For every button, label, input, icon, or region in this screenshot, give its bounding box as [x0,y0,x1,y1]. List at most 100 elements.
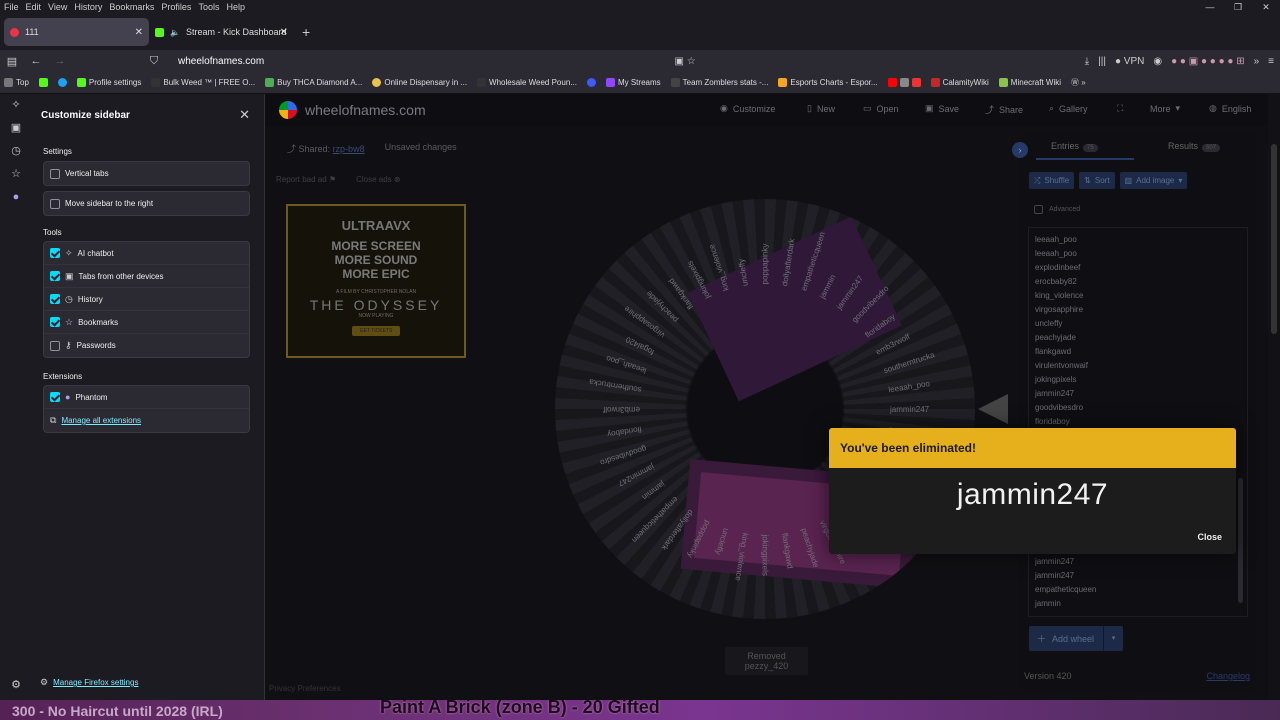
vpn-button[interactable]: ● VPN [1115,56,1144,67]
overflow-icon[interactable]: » [1254,56,1260,67]
bookmark-item[interactable]: Team Zomblers stats -... [670,78,768,87]
checkbox[interactable] [50,294,60,304]
close-window-icon[interactable]: ✕ [1252,0,1280,14]
bookmark-item[interactable]: Profile settings [76,78,141,87]
ai-chatbot-icon[interactable]: ✧ [0,94,32,117]
tab-111[interactable]: 111 ✕ [4,18,149,46]
collapse-arrow-icon[interactable]: › [1012,142,1028,158]
shared-info[interactable]: ⤴ Shared: rzp-bw8 [287,142,365,155]
bookmark-overflow-icon[interactable]: Ⓦ » [1071,77,1086,88]
menu-file[interactable]: File [4,2,19,12]
chevron-down-icon[interactable]: ▾ [1103,626,1123,651]
bookmark-item[interactable]: Bulk Weed ™ | FREE O... [151,78,255,87]
scrollbar-thumb[interactable] [1271,144,1277,334]
sort-button[interactable]: ⇅ Sort [1079,172,1115,189]
advanced-toggle[interactable]: Advanced [1034,205,1080,214]
entries-scrollbar[interactable] [1238,478,1243,603]
fullscreen-icon[interactable]: ⛶ [1117,103,1123,114]
language-button[interactable]: ◍ English [1209,103,1251,114]
checkbox[interactable] [50,317,60,327]
bookmark-item[interactable]: My Streams [605,78,661,87]
reader-icon[interactable]: ▣ ☆ [675,56,696,67]
tool-history[interactable]: ◷ History [44,288,249,311]
bookmark-item[interactable]: Buy THCA Diamond A... [265,78,362,87]
shuffle-button[interactable]: ⤮ Shuffle [1029,172,1075,189]
vertical-tabs-row[interactable]: Vertical tabs [44,162,249,185]
shared-code-link[interactable]: rzp-bw8 [333,144,365,154]
tool-ai-chatbot[interactable]: ✧ AI chatbot [44,242,249,265]
checkbox[interactable] [50,198,60,209]
phantom-icon[interactable]: ● [0,186,32,209]
bookmarks-icon[interactable]: ☆ [0,163,32,186]
checkbox[interactable] [50,340,60,351]
menu-edit[interactable]: Edit [26,2,42,12]
tool-passwords[interactable]: ⚷ Passwords [44,334,249,357]
bookmark-item[interactable] [887,78,921,87]
checkbox[interactable] [50,392,60,402]
manage-firefox-link[interactable]: Manage Firefox settings [53,678,138,687]
changelog-link[interactable]: Changelog [1206,671,1250,681]
close-tab-icon[interactable]: ✕ [280,27,288,38]
report-ad-link[interactable]: Report bad ad ⚑ [276,175,336,184]
bookmark-item[interactable] [57,78,67,87]
bookmark-item[interactable] [586,78,596,87]
add-wheel-button[interactable]: ＋ Add wheel ▾ [1029,626,1123,651]
ad-ticket-button[interactable]: GET TICKETS [351,326,401,336]
bookmark-item[interactable]: CalamityWiki [930,78,989,87]
close-tab-icon[interactable]: ✕ [135,27,143,38]
bookmark-item[interactable]: Wholesale Weed Poun... [477,78,577,87]
sidebar-toggle-icon[interactable]: ▤ [0,55,24,68]
shield-icon[interactable]: ⛉ [142,55,166,68]
menu-history[interactable]: History [74,2,102,12]
back-icon[interactable]: ← [24,55,48,67]
download-icon[interactable]: ⤓ [1085,56,1089,67]
checkbox[interactable] [50,271,60,281]
customize-gear-icon[interactable]: ⚙ [0,674,32,696]
close-icon[interactable]: ✕ [239,107,250,123]
open-button[interactable]: ▭ Open [863,103,899,114]
bookmark-item[interactable]: Esports Charts - Espor... [778,78,878,87]
tool-bookmarks[interactable]: ☆ Bookmarks [44,311,249,334]
menu-bookmarks[interactable]: Bookmarks [109,2,154,12]
extension-icons[interactable]: ● ● ▣ ● ● ● ● ⊞ [1171,56,1245,67]
checkbox[interactable] [50,168,60,179]
extension-phantom[interactable]: ● Phantom [44,386,249,409]
manage-extensions-link[interactable]: Manage all extensions [61,416,141,425]
share-button[interactable]: ⤴ Share [985,103,1023,116]
checkbox[interactable] [1034,205,1043,214]
restore-icon[interactable]: ❐ [1224,0,1252,14]
menu-help[interactable]: Help [226,2,245,12]
add-image-button[interactable]: ▨ Add image ▾ [1119,172,1188,189]
tab-entries[interactable]: Entries 75 [1051,141,1098,152]
account-icon[interactable]: ◉ [1153,56,1162,67]
library-icon[interactable]: ||| [1098,56,1106,67]
gallery-button[interactable]: ⌕ Gallery [1049,103,1088,114]
bookmark-item[interactable]: Minecraft Wiki [998,78,1061,87]
speaker-icon[interactable]: 🔈 [170,28,180,37]
tool-synced-tabs[interactable]: ▣ Tabs from other devices [44,265,249,288]
bookmark-item[interactable] [38,78,48,87]
history-icon[interactable]: ◷ [0,140,32,163]
site-logo[interactable]: wheelofnames.com [279,101,426,119]
new-button[interactable]: ▯ New [807,103,835,114]
menu-icon[interactable]: ≡ [1268,56,1274,67]
checkbox[interactable] [50,248,60,258]
name-wheel[interactable]: jammin247goodvibesdrofloridaboyemb3rwolf… [555,199,975,619]
tab-results[interactable]: Results 507 [1168,141,1221,152]
url-bar[interactable]: wheelofnames.com [178,56,264,67]
menu-view[interactable]: View [48,2,67,12]
bookmark-item[interactable]: Online Dispensary in ... [372,78,467,87]
privacy-preferences-link[interactable]: Privacy Preferences [269,684,341,693]
close-ads-link[interactable]: Close ads ⊗ [356,175,401,184]
minimize-icon[interactable]: — [1196,0,1224,14]
synced-tabs-icon[interactable]: ▣ [0,117,32,140]
more-button[interactable]: More ▾ [1150,103,1180,114]
entries-textarea[interactable]: leeaah_poo leeaah_poo explodinbeef erocbaby… [1028,227,1248,617]
dialog-close-button[interactable]: Close [1197,532,1222,542]
tab-kick-dashboard[interactable]: 🔈 Stream - Kick Dashboard ✕ [149,18,294,46]
bookmark-item[interactable]: Top [4,78,29,87]
forward-icon[interactable]: → [48,55,72,67]
ad-banner[interactable]: ULTRAAVX MORE SCREEN MORE SOUND MORE EPI… [286,204,466,358]
save-button[interactable]: ▣ Save [925,103,959,114]
menu-profiles[interactable]: Profiles [161,2,191,12]
